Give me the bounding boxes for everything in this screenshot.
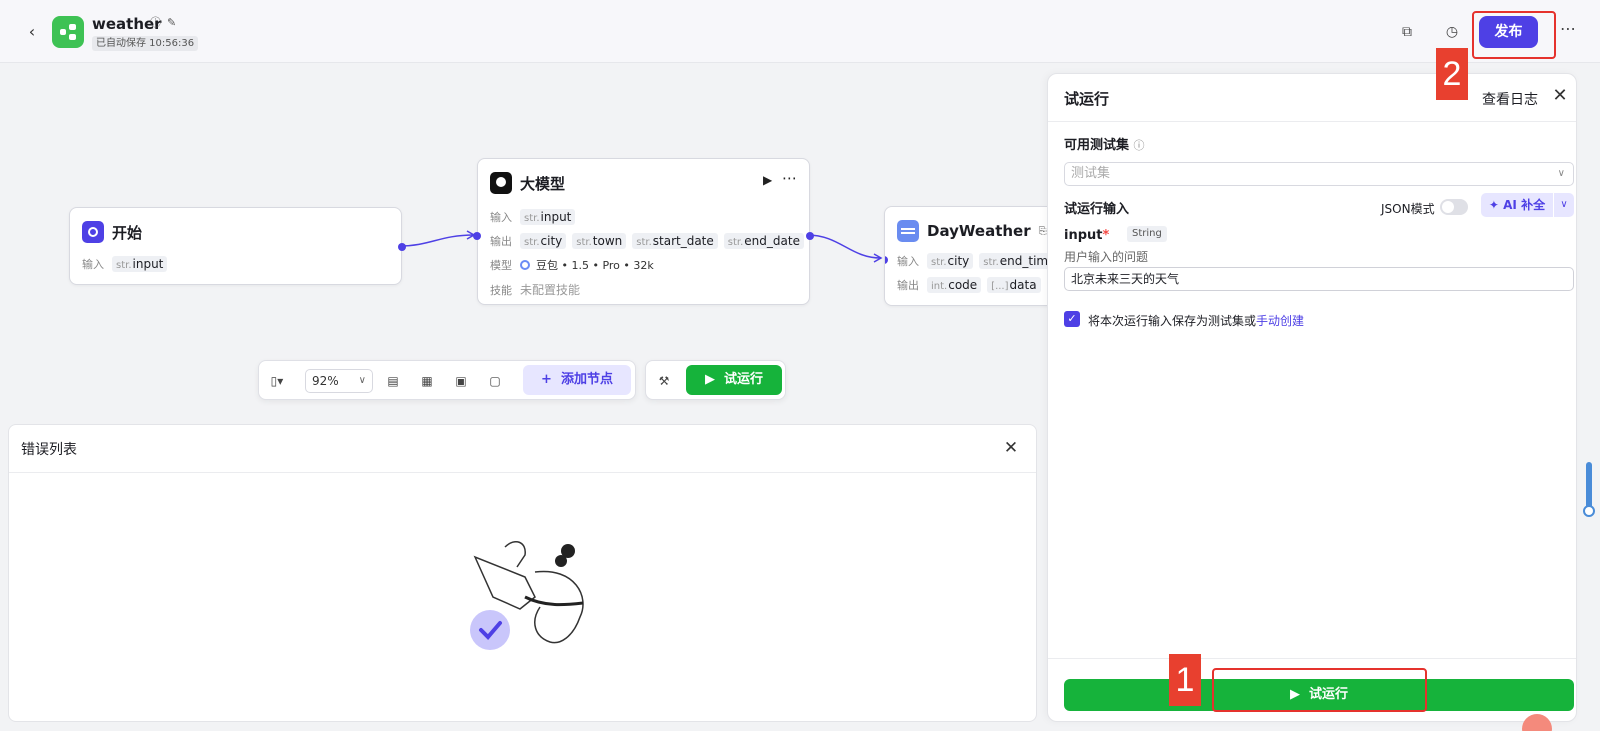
llm-skill-label: 技能 [490, 283, 512, 297]
llm-output-label: 输出 [490, 235, 512, 248]
more-options-icon[interactable]: ⋯ [1554, 18, 1582, 46]
dayweather-input-tag: str.city [927, 253, 974, 269]
annotation-number-2: 2 [1436, 48, 1468, 100]
llm-output-tag: str.city [520, 233, 567, 249]
workflow-app-icon [52, 16, 84, 48]
llm-model-label: 模型 [490, 259, 512, 272]
node-dayweather[interactable]: DayWeather ⎘ 输入 str.city str.end_time 输出… [884, 206, 1064, 306]
llm-input-tag: str.input [520, 209, 576, 225]
start-output-port[interactable] [398, 243, 406, 251]
info-icon: ⓘ [1133, 139, 1145, 152]
empty-state-illustration [470, 540, 584, 650]
input-field[interactable]: 北京未来三天的天气 [1064, 267, 1574, 291]
dayweather-output-label: 输出 [897, 279, 919, 292]
input-description: 用户输入的问题 [1064, 250, 1149, 264]
node-start-title: 开始 [112, 223, 143, 242]
annotation-box-2 [1472, 11, 1556, 59]
doubao-model-icon [520, 260, 530, 270]
annotation-box-1 [1212, 668, 1427, 712]
save-testset-checkbox[interactable]: ✓ [1064, 311, 1080, 327]
node-start[interactable]: 开始 输入 str.input [69, 207, 406, 285]
input-type-badge: String [1127, 226, 1167, 242]
history-icon[interactable]: ◷ [1440, 20, 1464, 44]
dayweather-input-port[interactable] [885, 256, 888, 264]
canvas-toolbar: ▯▾ 92% ∨ ▤ ▦ ▣ ▢ + 添加节点 [258, 360, 636, 400]
llm-skill-value: 未配置技能 [520, 283, 581, 297]
node-llm[interactable]: 大模型 ▶ ⋯ 输入 str.input 输出 str.city str.tow… [473, 158, 814, 305]
copy-icon[interactable]: ⧉ [1395, 20, 1419, 44]
llm-node-icon [490, 172, 512, 194]
node-more-icon[interactable]: ⋯ [782, 169, 797, 187]
run-input-label: 试运行输入 [1064, 202, 1130, 217]
annotation-number-1: 1 [1169, 654, 1201, 706]
chevron-down-icon: ∨ [358, 375, 366, 386]
back-arrow-icon[interactable]: ‹ [22, 22, 42, 42]
manual-create-link[interactable]: 手动创建 [1256, 314, 1304, 328]
chevron-down-icon: ∨ [1557, 168, 1565, 179]
start-node-icon [82, 221, 104, 243]
autosave-status: 已自动保存 10:56:36 [92, 36, 199, 51]
save-testset-text: 将本次运行输入保存为测试集或手动创建 [1088, 314, 1305, 328]
mouse-mode-icon[interactable]: ▯▾ [267, 371, 287, 391]
info-icon[interactable]: ⓘ [150, 17, 162, 29]
close-icon[interactable]: ✕ [1550, 86, 1570, 106]
testset-select[interactable]: 测试集 ∨ [1064, 162, 1574, 186]
edit-icon[interactable]: ✎ [167, 17, 179, 29]
plugin-icon: ⎘ [1038, 225, 1047, 237]
edge-llm-dayweather [806, 234, 882, 259]
view-logs-link[interactable]: 查看日志 [1482, 89, 1538, 109]
wrench-icon[interactable]: ⚒ [654, 371, 674, 391]
testset-label: 可用测试集 ⓘ [1064, 138, 1145, 153]
dayweather-output-tag: int.code [927, 277, 982, 293]
zoom-value: 92% [312, 374, 339, 388]
canvas-run-toolbar: ⚒ ▶ 试运行 [645, 360, 786, 400]
test-run-panel: 试运行 查看日志 ✕ 可用测试集 ⓘ 测试集 ∨ 试运行输入 JSON模式 ✦ … [1047, 73, 1577, 722]
node-dayweather-title: DayWeather [927, 222, 1031, 240]
start-input-label: 输入 [82, 258, 104, 271]
add-node-button[interactable]: + 添加节点 [523, 365, 631, 395]
llm-output-tag: str.start_date [632, 233, 718, 249]
llm-input-port[interactable] [473, 232, 481, 240]
error-list-panel: 错误列表 ✕ [8, 424, 1037, 722]
dayweather-output-tag: [...]data [987, 277, 1041, 293]
llm-output-tag: str.town [572, 233, 627, 249]
ai-fill-dropdown[interactable]: ∨ [1554, 193, 1574, 217]
zoom-select[interactable]: 92% ∨ [305, 369, 373, 393]
toolbar-run-button[interactable]: ▶ 试运行 [686, 365, 782, 395]
input-field-name: input* [1064, 228, 1110, 243]
run-node-icon[interactable]: ▶ [763, 173, 772, 187]
scroll-slider-knob[interactable] [1583, 505, 1595, 517]
edge-start-llm [399, 234, 475, 247]
panel-title: 试运行 [1064, 90, 1110, 108]
ai-fill-button[interactable]: ✦ AI 补全 [1481, 193, 1553, 217]
json-mode-label: JSON模式 [1381, 202, 1435, 216]
comment-icon[interactable]: ▤ [383, 371, 403, 391]
close-icon[interactable]: ✕ [1002, 439, 1020, 457]
dayweather-node-icon [897, 220, 919, 242]
dayweather-input-label: 输入 [897, 255, 919, 268]
llm-output-tag: str.end_date [723, 233, 804, 249]
node-llm-title: 大模型 [520, 174, 566, 193]
llm-model-value: 豆包 • 1.5 • Pro • 32k [536, 259, 654, 272]
image-icon[interactable]: ▣ [451, 371, 471, 391]
layout-icon[interactable]: ▦ [417, 371, 437, 391]
json-mode-toggle[interactable] [1440, 199, 1468, 215]
app-header: ‹ weather ⓘ ✎ 已自动保存 10:56:36 ⧉ ◷ 发布 ⋯ [0, 0, 1600, 63]
minimap-icon[interactable]: ▢ [485, 371, 505, 391]
llm-input-label: 输入 [490, 211, 512, 224]
llm-output-port[interactable] [806, 232, 814, 240]
start-input-tag: str.input [112, 256, 168, 272]
error-list-title: 错误列表 [9, 425, 1036, 473]
